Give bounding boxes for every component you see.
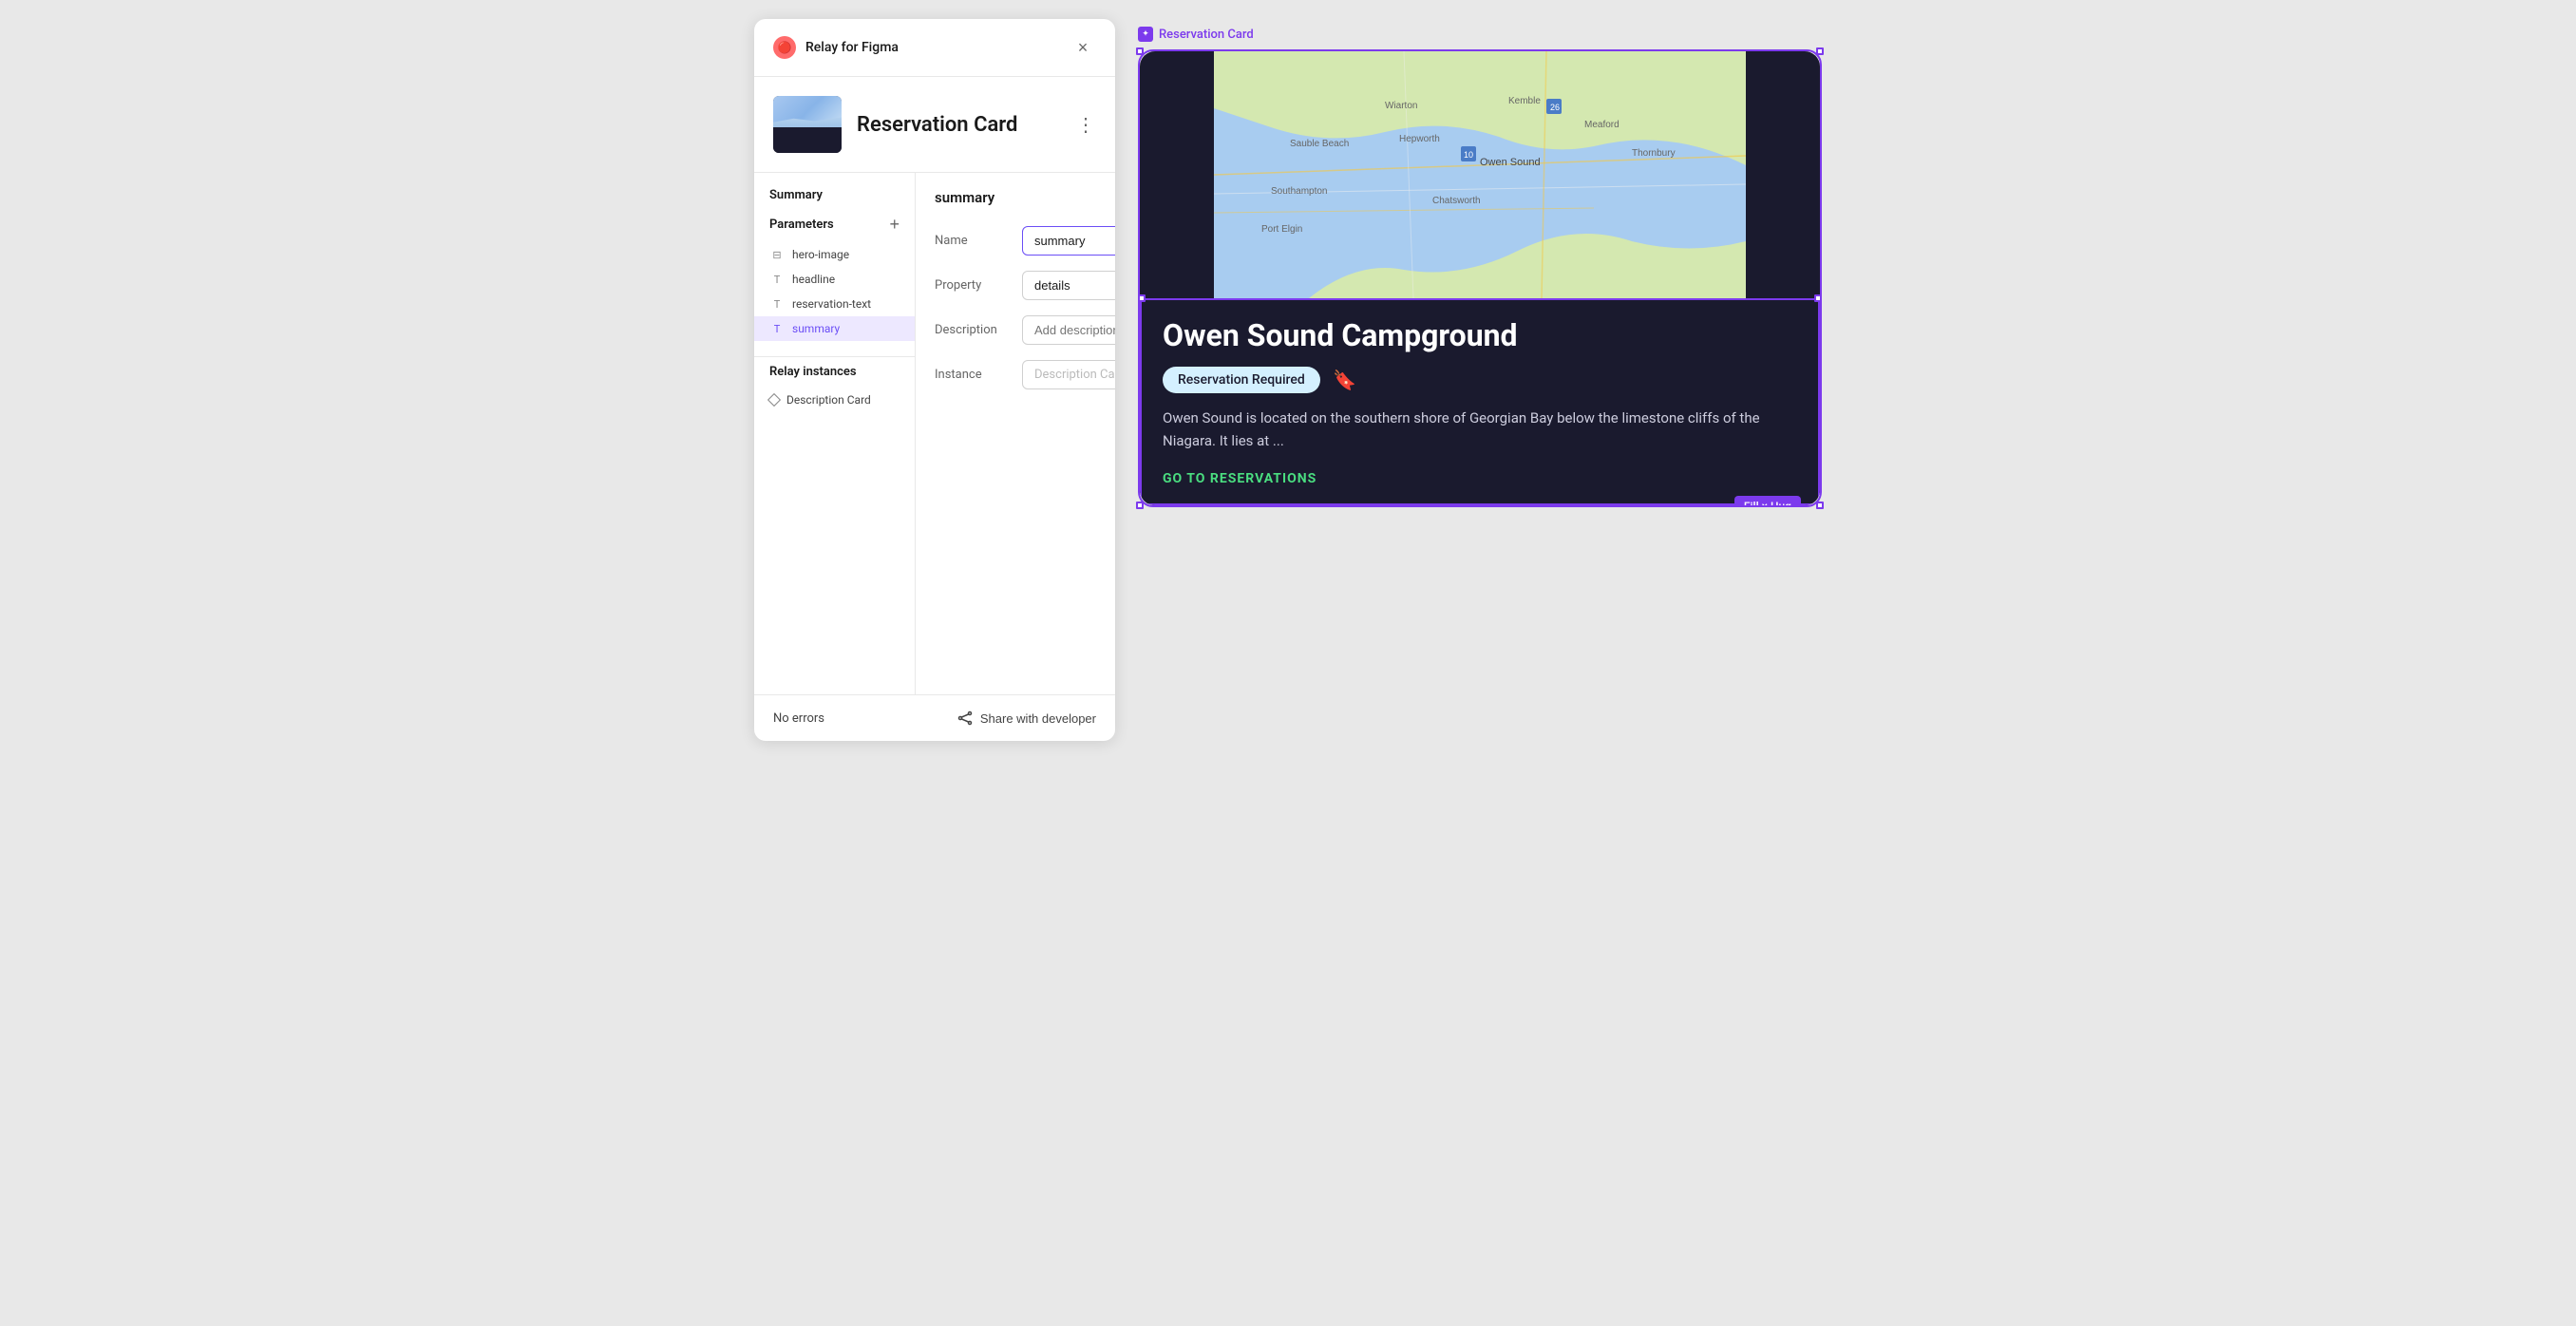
card-content: Owen Sound Campground Reservation Requir… xyxy=(1140,298,1820,505)
property-label: Property xyxy=(935,271,1011,293)
preview-title: Reservation Card xyxy=(1159,28,1254,42)
svg-text:Chatsworth: Chatsworth xyxy=(1432,196,1481,206)
svg-text:Meaford: Meaford xyxy=(1584,120,1619,130)
close-button[interactable]: × xyxy=(1070,34,1096,61)
close-icon: × xyxy=(1078,38,1089,58)
reservation-tag: Reservation Required xyxy=(1163,367,1320,393)
preview-label: Reservation Card xyxy=(1138,27,1822,42)
component-header: Reservation Card ⋮ xyxy=(754,77,1115,173)
image-icon: ⊟ xyxy=(769,247,785,262)
svg-text:Wiarton: Wiarton xyxy=(1385,101,1417,111)
param-summary[interactable]: T summary xyxy=(754,316,915,341)
thumbnail-map xyxy=(773,96,842,127)
right-column-form: summary 🗑 Name Property details summary … xyxy=(916,173,1115,694)
map-svg: Wiarton Kemble Sauble Beach Hepworth Owe… xyxy=(1140,51,1820,298)
instance-row-inner: Description Card ⊕ xyxy=(1022,360,1115,389)
left-column: Summary Parameters + ⊟ hero-image T head… xyxy=(754,173,916,694)
svg-text:Kemble: Kemble xyxy=(1508,96,1541,106)
bookmark-icon: 🔖 xyxy=(1332,367,1358,393)
card-cta[interactable]: GO TO RESERVATIONS xyxy=(1163,471,1797,486)
svg-text:Owen Sound: Owen Sound xyxy=(1480,157,1541,168)
param-label: summary xyxy=(792,322,840,335)
share-icon xyxy=(957,710,973,726)
param-reservation-text[interactable]: T reservation-text xyxy=(754,292,915,316)
name-label: Name xyxy=(935,226,1011,248)
more-icon: ⋮ xyxy=(1076,115,1096,136)
instance-label: Instance xyxy=(935,360,1011,382)
relay-section-title: Relay instances xyxy=(754,365,915,388)
svg-text:Thornbury: Thornbury xyxy=(1632,148,1676,159)
content-handle-tr xyxy=(1814,294,1820,302)
panel-header: 🔴 Relay for Figma × xyxy=(754,19,1115,77)
relay-item-label: Description Card xyxy=(786,393,871,407)
left-panel: 🔴 Relay for Figma × Reservation Card ⋮ S… xyxy=(754,19,1115,741)
param-headline[interactable]: T headline xyxy=(754,267,915,292)
content-handle-br xyxy=(1814,502,1820,505)
card-map: Wiarton Kemble Sauble Beach Hepworth Owe… xyxy=(1140,51,1820,298)
svg-text:Port Elgin: Port Elgin xyxy=(1261,224,1302,235)
text-icon-reservation: T xyxy=(769,296,785,312)
form-title: summary xyxy=(935,189,994,206)
description-label: Description xyxy=(935,315,1011,337)
svg-text:Southampton: Southampton xyxy=(1271,186,1328,197)
header-left: 🔴 Relay for Figma xyxy=(773,36,899,59)
relay-instances-section: Relay instances Description Card xyxy=(754,356,915,411)
parameters-title: Parameters xyxy=(769,218,834,232)
share-button[interactable]: Share with developer xyxy=(957,710,1096,726)
param-label: reservation-text xyxy=(792,297,871,311)
description-input[interactable] xyxy=(1022,315,1115,345)
property-select-wrapper: details summary title description ▾ xyxy=(1022,271,1115,300)
param-label: headline xyxy=(792,273,835,286)
text-icon-headline: T xyxy=(769,272,785,287)
component-thumbnail xyxy=(773,96,842,153)
card-preview-wrapper: Wiarton Kemble Sauble Beach Hepworth Owe… xyxy=(1138,49,1822,507)
content-handle-tl xyxy=(1140,294,1146,302)
name-input[interactable] xyxy=(1022,226,1115,256)
component-header-left: Reservation Card xyxy=(773,96,1017,153)
right-panel: Reservation Card xyxy=(1138,19,1822,507)
card-description: Owen Sound is located on the southern sh… xyxy=(1163,407,1797,452)
instance-value: Description Card xyxy=(1022,360,1115,389)
diamond-icon xyxy=(767,393,781,407)
property-row: Property details summary title descripti… xyxy=(935,271,1115,300)
property-select[interactable]: details summary title description xyxy=(1022,271,1115,300)
svg-text:Hepworth: Hepworth xyxy=(1399,134,1440,144)
svg-text:Sauble Beach: Sauble Beach xyxy=(1290,139,1349,149)
relay-description-card[interactable]: Description Card xyxy=(754,388,915,411)
name-row: Name xyxy=(935,226,1115,256)
app-title: Relay for Figma xyxy=(805,40,899,55)
form-header: summary 🗑 xyxy=(935,188,1115,207)
thumbnail-dark xyxy=(773,127,842,153)
relay-logo: 🔴 xyxy=(773,36,796,59)
summary-section-title: Summary xyxy=(754,188,915,212)
content-handle-bl xyxy=(1140,502,1146,505)
description-row: Description xyxy=(935,315,1115,345)
card-title: Owen Sound Campground xyxy=(1163,317,1797,353)
instance-row: Instance Description Card ⊕ xyxy=(935,360,1115,389)
card-tags: Reservation Required 🔖 xyxy=(1163,367,1797,393)
reservation-card: Wiarton Kemble Sauble Beach Hepworth Owe… xyxy=(1140,51,1820,505)
text-icon-summary: T xyxy=(769,321,785,336)
relay-brand-icon xyxy=(1138,27,1153,42)
error-status: No errors xyxy=(773,711,824,726)
component-name: Reservation Card xyxy=(857,113,1017,137)
panel-body: Summary Parameters + ⊟ hero-image T head… xyxy=(754,173,1115,694)
panel-footer: No errors Share with developer xyxy=(754,694,1115,741)
parameters-header: Parameters + xyxy=(754,216,915,242)
add-icon: + xyxy=(889,215,900,234)
add-parameter-button[interactable]: + xyxy=(889,216,900,233)
svg-text:26: 26 xyxy=(1550,103,1560,112)
share-label: Share with developer xyxy=(980,711,1096,726)
param-label: hero-image xyxy=(792,248,849,261)
more-options-button[interactable]: ⋮ xyxy=(1076,113,1096,137)
svg-text:10: 10 xyxy=(1464,150,1473,160)
param-hero-image[interactable]: ⊟ hero-image xyxy=(754,242,915,267)
fill-hug-badge: Fill × Hug xyxy=(1734,496,1801,505)
